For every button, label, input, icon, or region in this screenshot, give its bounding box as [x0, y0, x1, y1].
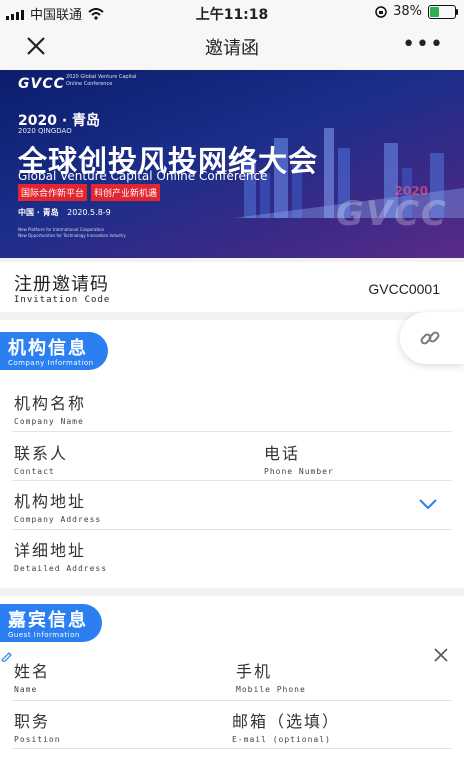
guest-info-badge: 嘉宾信息 Guest Information — [0, 604, 102, 642]
position-field[interactable]: 职务 Position — [14, 708, 61, 744]
field-label-cn: 联系人 — [14, 444, 69, 463]
field-label-en: Mobile Phone — [236, 685, 306, 694]
status-bar: 中国联通 上午11:18 38% — [0, 0, 464, 24]
phone-field[interactable]: 电话 Phone Number — [264, 440, 334, 476]
date-text: 2020.5.8-9 — [67, 208, 111, 217]
battery-group: 38% — [375, 4, 458, 19]
field-label-en: E-mail (optional) — [232, 735, 331, 744]
guest-name-field[interactable]: 姓名 Name — [14, 658, 50, 694]
field-label-cn: 职务 — [14, 712, 51, 731]
gvcc-logo: GVCC — [18, 76, 65, 92]
battery-icon — [428, 4, 458, 19]
guest-badge-cn: 嘉宾信息 — [8, 610, 88, 631]
banner-tag: 科创产业新机遇 — [91, 184, 161, 201]
logo-subtitle: 2020 Global Venture Capital Online Confe… — [66, 74, 136, 88]
company-info-badge: 机构信息 Company Information — [0, 332, 108, 370]
field-label-en: Phone Number — [264, 467, 334, 476]
edit-icon[interactable] — [0, 650, 12, 662]
conference-title-en: Global Venture Capital Online Conference — [18, 169, 268, 183]
invitation-label-cn: 注册邀请码 — [14, 274, 109, 295]
more-icon[interactable]: ••• — [402, 32, 444, 57]
page-title: 邀请函 — [205, 38, 259, 59]
tagline-line2: New Opportunities for Technology Innovat… — [18, 233, 126, 238]
battery-percent: 38% — [393, 4, 422, 19]
share-link-button[interactable] — [400, 312, 464, 364]
guest-badge-en: Guest Information — [8, 631, 80, 639]
divider — [12, 700, 452, 701]
field-label-cn: 机构名称 — [14, 394, 87, 413]
field-label-cn: 姓名 — [14, 662, 51, 681]
field-label-cn: 电话 — [264, 444, 301, 463]
company-name-field[interactable]: 机构名称 Company Name — [14, 390, 86, 426]
field-label-en: Position — [14, 735, 61, 744]
field-label-en: Company Address — [14, 515, 102, 524]
field-label-cn: 手机 — [236, 662, 273, 681]
rotation-lock-icon — [375, 5, 387, 18]
banner-location: 中国 · 青岛 2020.5.8-9 — [18, 207, 111, 218]
logo-subtitle-line2: Online Conference — [66, 81, 113, 87]
field-label-en: Name — [14, 685, 38, 694]
guest-info-card: 嘉宾信息 Guest Information 姓名 Name 手机 Mobile… — [0, 596, 464, 774]
divider — [12, 431, 452, 432]
invitation-label-en: Invitation Code — [14, 295, 111, 305]
watermark-logo: GVCC — [335, 194, 448, 234]
field-label-en: Detailed Address — [14, 564, 108, 573]
delete-icon[interactable] — [434, 648, 448, 662]
divider — [12, 748, 452, 749]
field-label-en: Contact — [14, 467, 55, 476]
divider — [12, 480, 452, 481]
email-field[interactable]: 邮箱（选填） E-mail (optional) — [232, 708, 340, 744]
divider — [12, 529, 452, 530]
banner-tagline: New Platform for International Cooperati… — [18, 227, 126, 239]
field-label-cn: 邮箱（选填） — [232, 712, 341, 731]
invitation-code-row[interactable]: 注册邀请码 Invitation Code GVCC0001 — [0, 262, 464, 312]
nav-bar: 邀请函 ••• — [0, 24, 464, 70]
chevron-down-icon[interactable] — [418, 498, 438, 510]
contact-field[interactable]: 联系人 Contact — [14, 440, 68, 476]
company-badge-en: Company Information — [8, 359, 94, 367]
company-info-card: 机构信息 Company Information 机构名称 Company Na… — [0, 320, 464, 588]
invitation-code-value[interactable]: GVCC0001 — [368, 281, 440, 297]
banner-tags: 国际合作新平台 科创产业新机遇 — [18, 184, 161, 201]
tagline-line1: New Platform for International Cooperati… — [18, 227, 105, 232]
banner-tag: 国际合作新平台 — [18, 184, 88, 201]
company-badge-cn: 机构信息 — [8, 338, 88, 359]
field-label-cn: 机构地址 — [14, 492, 87, 511]
link-icon — [420, 331, 440, 345]
field-label-en: Company Name — [14, 417, 84, 426]
field-label-cn: 详细地址 — [14, 541, 87, 560]
banner-year-en: 2020 QINGDAO — [18, 127, 72, 135]
location-text: 中国 · 青岛 — [18, 208, 59, 217]
conference-banner: GVCC 2020 Global Venture Capital Online … — [0, 70, 464, 258]
logo-subtitle-line1: 2020 Global Venture Capital — [66, 74, 137, 80]
mobile-field[interactable]: 手机 Mobile Phone — [236, 658, 306, 694]
detailed-address-field[interactable]: 详细地址 Detailed Address — [14, 537, 107, 573]
company-address-field[interactable]: 机构地址 Company Address — [14, 488, 101, 524]
